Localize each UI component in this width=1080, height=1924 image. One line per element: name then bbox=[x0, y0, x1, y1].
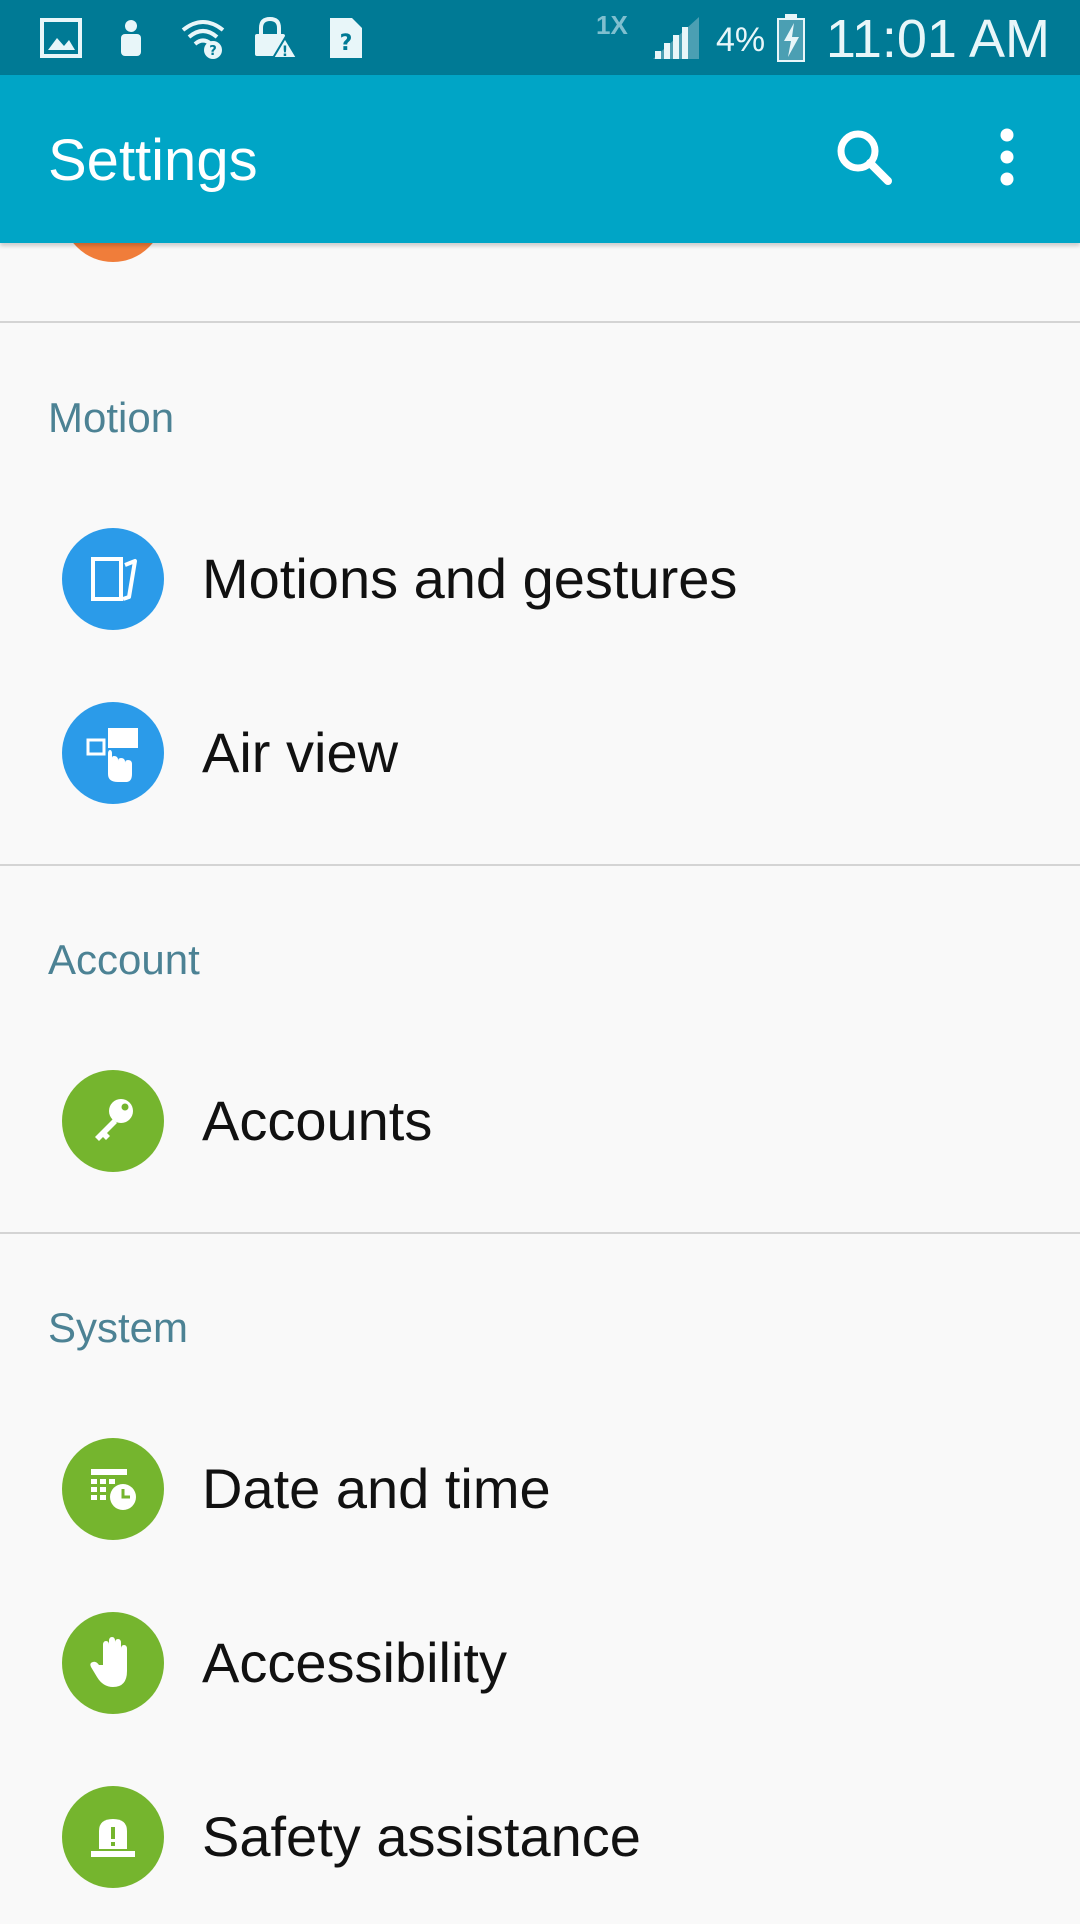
settings-item-label: Air view bbox=[202, 721, 399, 784]
settings-item-label: Safety assistance bbox=[202, 1805, 641, 1868]
more-options-button[interactable] bbox=[957, 109, 1057, 209]
search-icon bbox=[832, 125, 896, 194]
app-bar: Settings bbox=[0, 75, 1080, 243]
settings-item-label: Motions and gestures bbox=[202, 547, 738, 610]
calendar-clock-icon bbox=[62, 1438, 164, 1540]
section-header-account: Account bbox=[48, 936, 200, 983]
divider bbox=[0, 1232, 1080, 1234]
key-icon bbox=[62, 1070, 164, 1172]
more-vert-icon bbox=[997, 127, 1017, 192]
motion-gesture-icon bbox=[62, 528, 164, 630]
page-title: Settings bbox=[48, 128, 258, 193]
search-button[interactable] bbox=[814, 109, 914, 209]
settings-item-label: Accounts bbox=[202, 1089, 433, 1152]
settings-item-accessibility[interactable]: Accessibility bbox=[0, 1576, 1080, 1750]
settings-item-date-and-time[interactable]: Date and time bbox=[0, 1402, 1080, 1576]
settings-item-motions-and-gestures[interactable]: Motions and gestures bbox=[0, 492, 1080, 666]
settings-item-safety-assistance[interactable]: Safety assistance bbox=[0, 1750, 1080, 1924]
divider bbox=[0, 864, 1080, 866]
divider bbox=[0, 321, 1080, 323]
settings-item-air-view[interactable]: Air view bbox=[0, 666, 1080, 840]
settings-item-accounts[interactable]: Accounts bbox=[0, 1034, 1080, 1208]
hand-icon bbox=[62, 1612, 164, 1714]
section-header-system: System bbox=[48, 1304, 189, 1351]
settings-item-label: Date and time bbox=[202, 1457, 551, 1520]
air-view-icon bbox=[62, 702, 164, 804]
settings-list[interactable]: Motion Motions and gestures Air view Acc… bbox=[0, 0, 1080, 1920]
settings-item-label: Accessibility bbox=[202, 1631, 507, 1694]
alert-light-icon bbox=[62, 1786, 164, 1888]
section-header-motion: Motion bbox=[48, 394, 175, 441]
